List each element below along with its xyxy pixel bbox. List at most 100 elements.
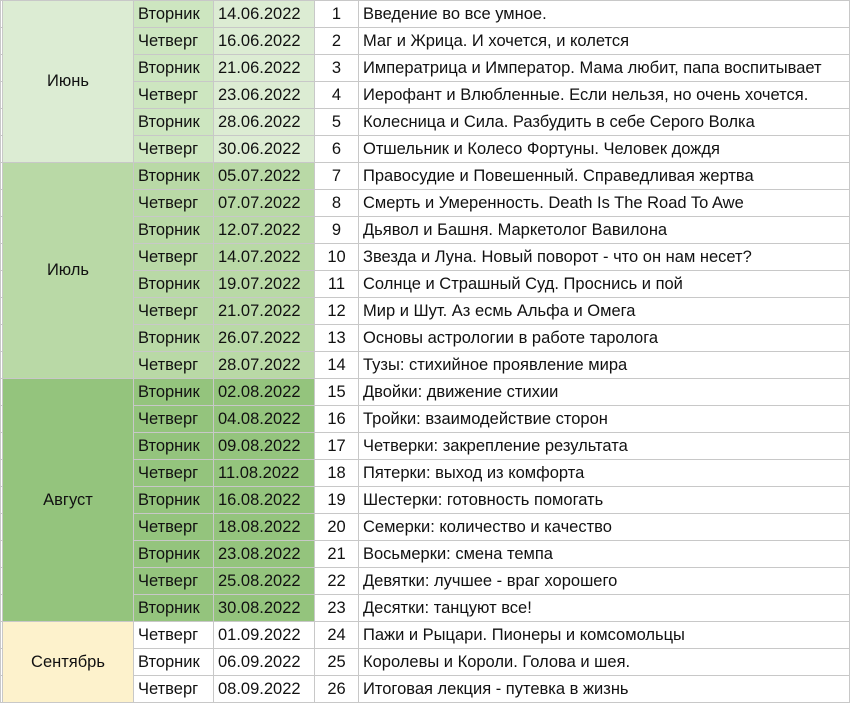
lecture-number-cell[interactable]: 7 [314, 162, 359, 190]
month-cell[interactable]: Август [2, 378, 134, 622]
day-cell[interactable]: Вторник [133, 216, 214, 244]
lecture-title-cell[interactable]: Итоговая лекция - путевка в жизнь [358, 675, 850, 703]
date-cell[interactable]: 25.08.2022 [213, 567, 315, 595]
date-cell[interactable]: 18.08.2022 [213, 513, 315, 541]
day-cell[interactable]: Четверг [133, 27, 214, 55]
lecture-title-cell[interactable]: Основы астрологии в работе таролога [358, 324, 850, 352]
date-cell[interactable]: 28.06.2022 [213, 108, 315, 136]
lecture-number-cell[interactable]: 6 [314, 135, 359, 163]
lecture-number-cell[interactable]: 19 [314, 486, 359, 514]
lecture-title-cell[interactable]: Императрица и Император. Мама любит, пап… [358, 54, 850, 82]
lecture-title-cell[interactable]: Введение во все умное. [358, 0, 850, 28]
date-cell[interactable]: 14.06.2022 [213, 0, 315, 28]
date-cell[interactable]: 28.07.2022 [213, 351, 315, 379]
day-cell[interactable]: Четверг [133, 243, 214, 271]
lecture-title-cell[interactable]: Звезда и Луна. Новый поворот - что он на… [358, 243, 850, 271]
lecture-number-cell[interactable]: 16 [314, 405, 359, 433]
day-cell[interactable]: Четверг [133, 135, 214, 163]
day-cell[interactable]: Четверг [133, 513, 214, 541]
month-cell[interactable]: Сентябрь [2, 621, 134, 703]
day-cell[interactable]: Четверг [133, 297, 214, 325]
lecture-title-cell[interactable]: Тузы: стихийное проявление мира [358, 351, 850, 379]
lecture-number-cell[interactable]: 18 [314, 459, 359, 487]
day-cell[interactable]: Четверг [133, 459, 214, 487]
lecture-title-cell[interactable]: Девятки: лучшее - враг хорошего [358, 567, 850, 595]
table-row[interactable]: Сентябрь Четверг 01.09.2022 24 Пажи и Рыцари… [0, 621, 850, 703]
date-cell[interactable]: 05.07.2022 [213, 162, 315, 190]
lecture-number-cell[interactable]: 24 [314, 621, 359, 649]
date-cell[interactable]: 19.07.2022 [213, 270, 315, 298]
lecture-number-cell[interactable]: 8 [314, 189, 359, 217]
day-cell[interactable]: Четверг [133, 405, 214, 433]
day-cell[interactable]: Вторник [133, 378, 214, 406]
table-row[interactable]: Июль Вторник 05.07.2022 7 Правосудие и Повеш… [0, 162, 850, 379]
lecture-number-cell[interactable]: 13 [314, 324, 359, 352]
lecture-number-cell[interactable]: 21 [314, 540, 359, 568]
day-cell[interactable]: Вторник [133, 54, 214, 82]
lecture-title-cell[interactable]: Маг и Жрица. И хочется, и колется [358, 27, 850, 55]
day-cell[interactable]: Четверг [133, 567, 214, 595]
lecture-title-cell[interactable]: Пятерки: выход из комфорта [358, 459, 850, 487]
day-cell[interactable]: Четверг [133, 675, 214, 703]
day-cell[interactable]: Вторник [133, 162, 214, 190]
date-cell[interactable]: 21.06.2022 [213, 54, 315, 82]
lecture-number-cell[interactable]: 1 [314, 0, 359, 28]
date-cell[interactable]: 30.08.2022 [213, 594, 315, 622]
lecture-number-cell[interactable]: 14 [314, 351, 359, 379]
day-cell[interactable]: Вторник [133, 270, 214, 298]
lecture-title-cell[interactable]: Шестерки: готовность помогать [358, 486, 850, 514]
date-cell[interactable]: 16.06.2022 [213, 27, 315, 55]
day-cell[interactable]: Четверг [133, 351, 214, 379]
day-cell[interactable]: Вторник [133, 108, 214, 136]
day-cell[interactable]: Четверг [133, 189, 214, 217]
lecture-number-cell[interactable]: 15 [314, 378, 359, 406]
table-row[interactable]: Июнь Вторник 14.06.2022 1 Введение во все ум… [0, 0, 850, 163]
date-cell[interactable]: 12.07.2022 [213, 216, 315, 244]
day-cell[interactable]: Вторник [133, 486, 214, 514]
lecture-title-cell[interactable]: Мир и Шут. Аз есмь Альфа и Омега [358, 297, 850, 325]
lecture-number-cell[interactable]: 23 [314, 594, 359, 622]
lecture-number-cell[interactable]: 12 [314, 297, 359, 325]
date-cell[interactable]: 21.07.2022 [213, 297, 315, 325]
lecture-number-cell[interactable]: 11 [314, 270, 359, 298]
day-cell[interactable]: Вторник [133, 648, 214, 676]
lecture-title-cell[interactable]: Королевы и Короли. Голова и шея. [358, 648, 850, 676]
lecture-number-cell[interactable]: 5 [314, 108, 359, 136]
day-cell[interactable]: Вторник [133, 0, 214, 28]
lecture-number-cell[interactable]: 22 [314, 567, 359, 595]
month-cell[interactable]: Июнь [2, 0, 134, 163]
date-cell[interactable]: 06.09.2022 [213, 648, 315, 676]
lecture-number-cell[interactable]: 20 [314, 513, 359, 541]
date-cell[interactable]: 26.07.2022 [213, 324, 315, 352]
date-cell[interactable]: 01.09.2022 [213, 621, 315, 649]
lecture-number-cell[interactable]: 26 [314, 675, 359, 703]
date-cell[interactable]: 08.09.2022 [213, 675, 315, 703]
day-cell[interactable]: Вторник [133, 540, 214, 568]
lecture-title-cell[interactable]: Солнце и Страшный Суд. Проснись и пой [358, 270, 850, 298]
date-cell[interactable]: 04.08.2022 [213, 405, 315, 433]
date-cell[interactable]: 30.06.2022 [213, 135, 315, 163]
lecture-title-cell[interactable]: Семерки: количество и качество [358, 513, 850, 541]
date-cell[interactable]: 23.08.2022 [213, 540, 315, 568]
lecture-title-cell[interactable]: Пажи и Рыцари. Пионеры и комсомольцы [358, 621, 850, 649]
lecture-number-cell[interactable]: 9 [314, 216, 359, 244]
date-cell[interactable]: 09.08.2022 [213, 432, 315, 460]
lecture-title-cell[interactable]: Восьмерки: смена темпа [358, 540, 850, 568]
date-cell[interactable]: 11.08.2022 [213, 459, 315, 487]
day-cell[interactable]: Вторник [133, 324, 214, 352]
lecture-title-cell[interactable]: Отшельник и Колесо Фортуны. Человек дожд… [358, 135, 850, 163]
lecture-title-cell[interactable]: Дьявол и Башня. Маркетолог Вавилона [358, 216, 850, 244]
lecture-number-cell[interactable]: 2 [314, 27, 359, 55]
month-cell[interactable]: Июль [2, 162, 134, 379]
lecture-title-cell[interactable]: Десятки: танцуют все! [358, 594, 850, 622]
lecture-number-cell[interactable]: 3 [314, 54, 359, 82]
date-cell[interactable]: 23.06.2022 [213, 81, 315, 109]
lecture-number-cell[interactable]: 4 [314, 81, 359, 109]
day-cell[interactable]: Четверг [133, 81, 214, 109]
table-row[interactable]: Август Вторник 02.08.2022 15 Двойки: движени… [0, 378, 850, 622]
date-cell[interactable]: 02.08.2022 [213, 378, 315, 406]
lecture-title-cell[interactable]: Тройки: взаимодействие сторон [358, 405, 850, 433]
lecture-title-cell[interactable]: Смерть и Умеренность. Death Is The Road … [358, 189, 850, 217]
lecture-title-cell[interactable]: Четверки: закрепление результата [358, 432, 850, 460]
lecture-title-cell[interactable]: Иерофант и Влюбленные. Если нельзя, но о… [358, 81, 850, 109]
